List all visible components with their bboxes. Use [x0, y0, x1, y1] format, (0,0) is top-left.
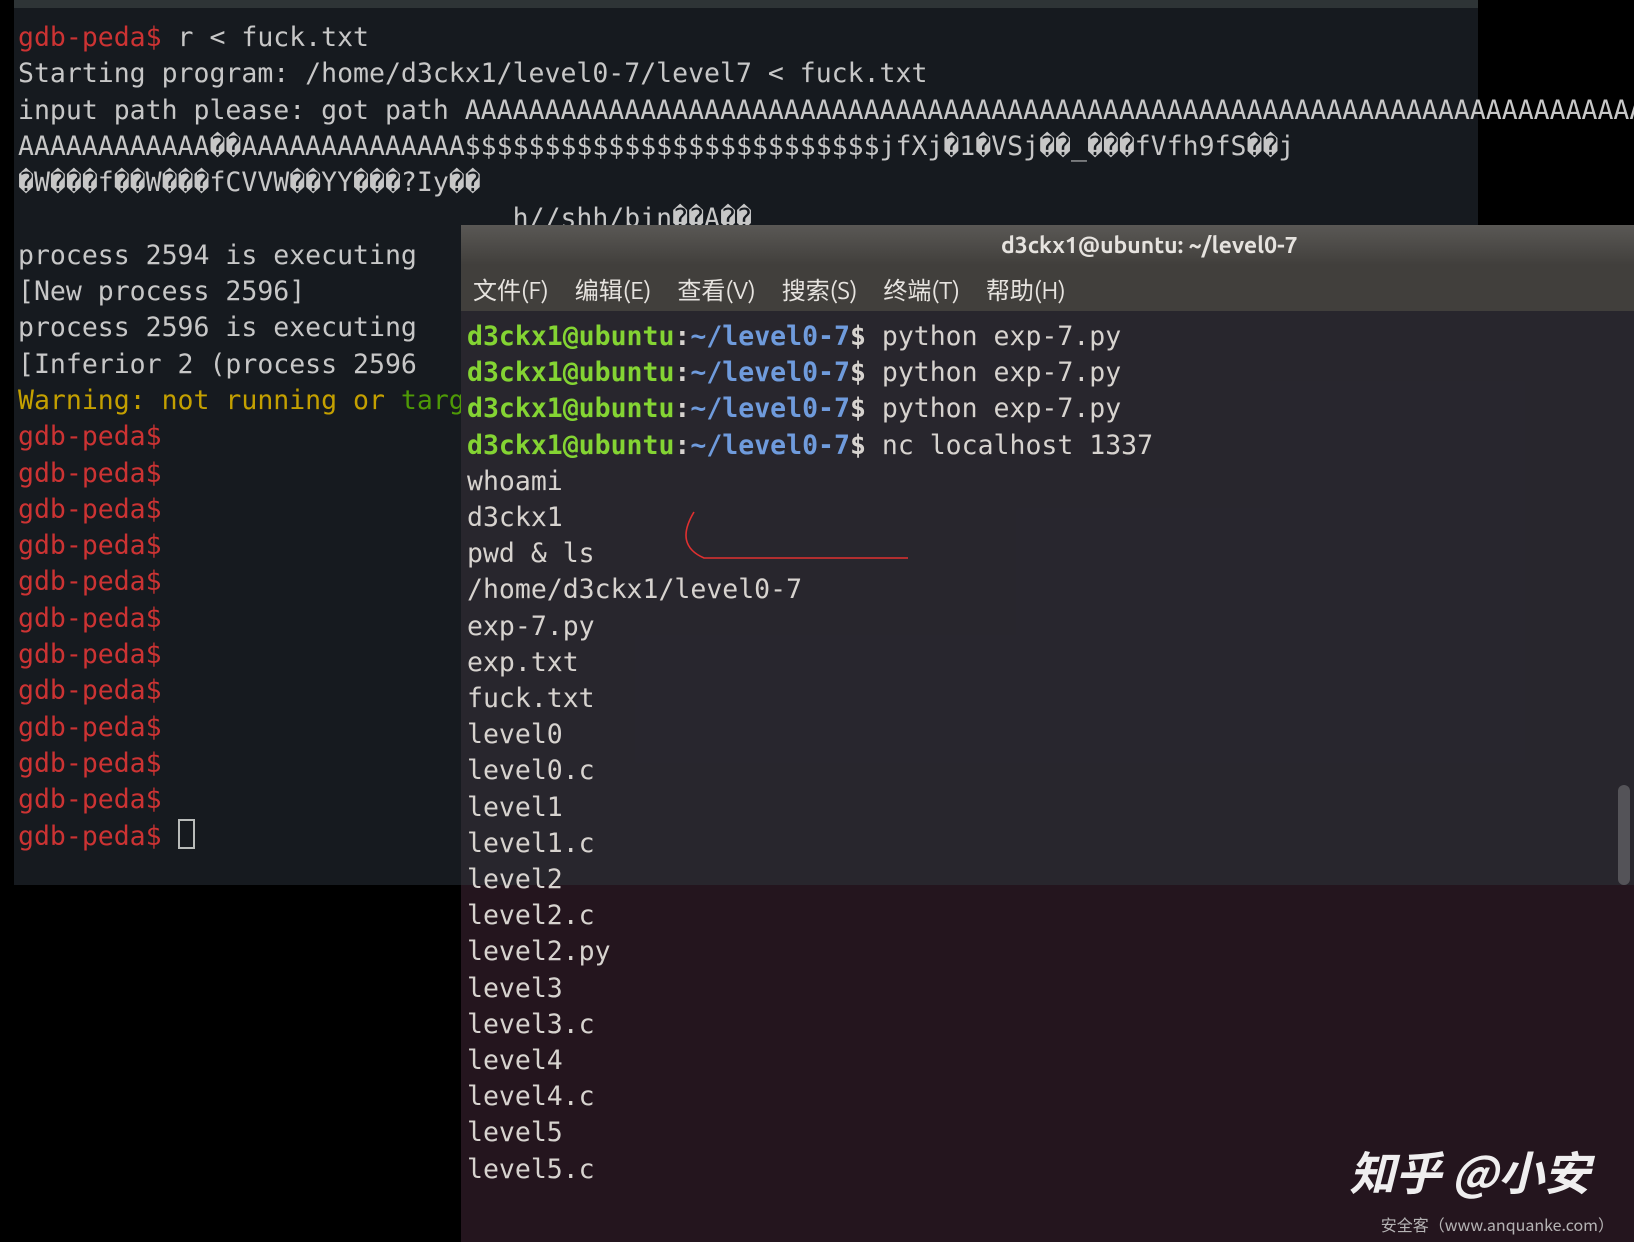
- menu-search[interactable]: 搜索(S): [782, 271, 858, 306]
- window-titlebar[interactable]: d3ckx1@ubuntu: ~/level0-7: [461, 225, 1634, 265]
- ps-path: ~/level0-7: [690, 357, 850, 388]
- cmd-nc: nc localhost 1337: [866, 430, 1153, 461]
- terminal-output-line: fuck.txt: [465, 681, 1634, 717]
- warning-rest: not running or: [146, 385, 401, 416]
- gdb-starting: Starting program: /home/d3ckx1/level0-7/…: [16, 56, 1478, 92]
- terminal-output-line: pwd & ls: [465, 536, 1634, 572]
- gdb-r-cmd: r < fuck.txt: [162, 22, 369, 53]
- terminal-output-line: level4: [465, 1043, 1634, 1079]
- terminal-output-line: level2.c: [465, 898, 1634, 934]
- terminal-output-line: level1.c: [465, 826, 1634, 862]
- terminal-output-line: level2.py: [465, 934, 1634, 970]
- gdb-input3: �W���f��W���fCVVW��YY���?Iy��: [16, 165, 1478, 201]
- ps-path: ~/level0-7: [690, 393, 850, 424]
- ps-user: d3ckx1@ubuntu: [467, 357, 674, 388]
- terminal-output-line: level4.c: [465, 1079, 1634, 1115]
- ps-dollar: $: [850, 357, 866, 388]
- gdb-prompt: gdb-peda$: [18, 821, 162, 852]
- terminal-output-line: level1: [465, 790, 1634, 826]
- terminal-output-line: level0: [465, 717, 1634, 753]
- ps-line-2: d3ckx1@ubuntu:~/level0-7$ python exp-7.p…: [465, 355, 1634, 391]
- scrollbar-thumb[interactable]: [1618, 785, 1630, 885]
- cmd-python-1: python exp-7.py: [866, 321, 1121, 352]
- annotation-arrow-icon: [678, 510, 908, 566]
- terminal-output-line: level0.c: [465, 753, 1634, 789]
- terminal-output-line: d3ckx1: [465, 500, 1634, 536]
- gdb-input1: input path please: got path AAAAAAAAAAAA…: [16, 93, 1478, 129]
- ubuntu-terminal-window[interactable]: d3ckx1@ubuntu: ~/level0-7 文件(F) 编辑(E) 查看…: [461, 225, 1634, 1242]
- gdb-input2: AAAAAAAAAAAA��AAAAAAAAAAAAAA$$$$$$$$$$$$…: [16, 129, 1478, 165]
- menu-file[interactable]: 文件(F): [473, 271, 549, 306]
- ps-line-1: d3ckx1@ubuntu:~/level0-7$ python exp-7.p…: [465, 319, 1634, 355]
- terminal-output-line: level2: [465, 862, 1634, 898]
- ps-user: d3ckx1@ubuntu: [467, 430, 674, 461]
- warning-label: Warning:: [18, 385, 146, 416]
- ps-line-4: d3ckx1@ubuntu:~/level0-7$ nc localhost 1…: [465, 428, 1634, 464]
- window-menubar[interactable]: 文件(F) 编辑(E) 查看(V) 搜索(S) 终端(T) 帮助(H): [461, 265, 1634, 311]
- cmd-python-2: python exp-7.py: [866, 357, 1121, 388]
- ps-path: ~/level0-7: [690, 430, 850, 461]
- anquanke-watermark: 安全客（www.anquanke.com）: [1381, 1212, 1614, 1236]
- gdb-cmd-line: gdb-peda$ r < fuck.txt: [16, 20, 1478, 56]
- terminal-output-line: exp.txt: [465, 645, 1634, 681]
- terminal-output-line: level3: [465, 971, 1634, 1007]
- menu-help[interactable]: 帮助(H): [986, 271, 1066, 306]
- gdb-prompt: gdb-peda$: [18, 784, 162, 815]
- bg-titlebar-sliver: [14, 0, 1478, 8]
- zhihu-watermark: 知乎 @小安: [1349, 1138, 1590, 1204]
- gdb-prompt: gdb-peda$: [18, 22, 162, 53]
- terminal-output-line: /home/d3ckx1/level0-7: [465, 572, 1634, 608]
- menu-edit[interactable]: 编辑(E): [575, 271, 652, 306]
- menu-terminal[interactable]: 终端(T): [883, 271, 959, 306]
- ps-dollar: $: [850, 321, 866, 352]
- gdb-prompt: gdb-peda$: [18, 421, 162, 452]
- gdb-prompt: gdb-peda$: [18, 675, 162, 706]
- cmd-python-3: python exp-7.py: [866, 393, 1121, 424]
- cursor-icon: [178, 819, 195, 849]
- terminal-output-line: level3.c: [465, 1007, 1634, 1043]
- gdb-prompt: gdb-peda$: [18, 748, 162, 779]
- terminal-output-line: exp-7.py: [465, 609, 1634, 645]
- terminal-output-line: whoami: [465, 464, 1634, 500]
- ps-line-3: d3ckx1@ubuntu:~/level0-7$ python exp-7.p…: [465, 391, 1634, 427]
- gdb-prompt: gdb-peda$: [18, 530, 162, 561]
- ps-path: ~/level0-7: [690, 321, 850, 352]
- window-title: d3ckx1@ubuntu: ~/level0-7: [1001, 233, 1298, 258]
- terminal-body[interactable]: d3ckx1@ubuntu:~/level0-7$ python exp-7.p…: [461, 311, 1634, 1188]
- gdb-prompt: gdb-peda$: [18, 494, 162, 525]
- gdb-prompt: gdb-peda$: [18, 639, 162, 670]
- gdb-prompt: gdb-peda$: [18, 458, 162, 489]
- gdb-prompt: gdb-peda$: [18, 712, 162, 743]
- menu-view[interactable]: 查看(V): [677, 271, 755, 306]
- gdb-prompt: gdb-peda$: [18, 603, 162, 634]
- ps-dollar: $: [850, 430, 866, 461]
- ps-user: d3ckx1@ubuntu: [467, 321, 674, 352]
- gdb-prompt: gdb-peda$: [18, 566, 162, 597]
- ps-user: d3ckx1@ubuntu: [467, 393, 674, 424]
- ps-dollar: $: [850, 393, 866, 424]
